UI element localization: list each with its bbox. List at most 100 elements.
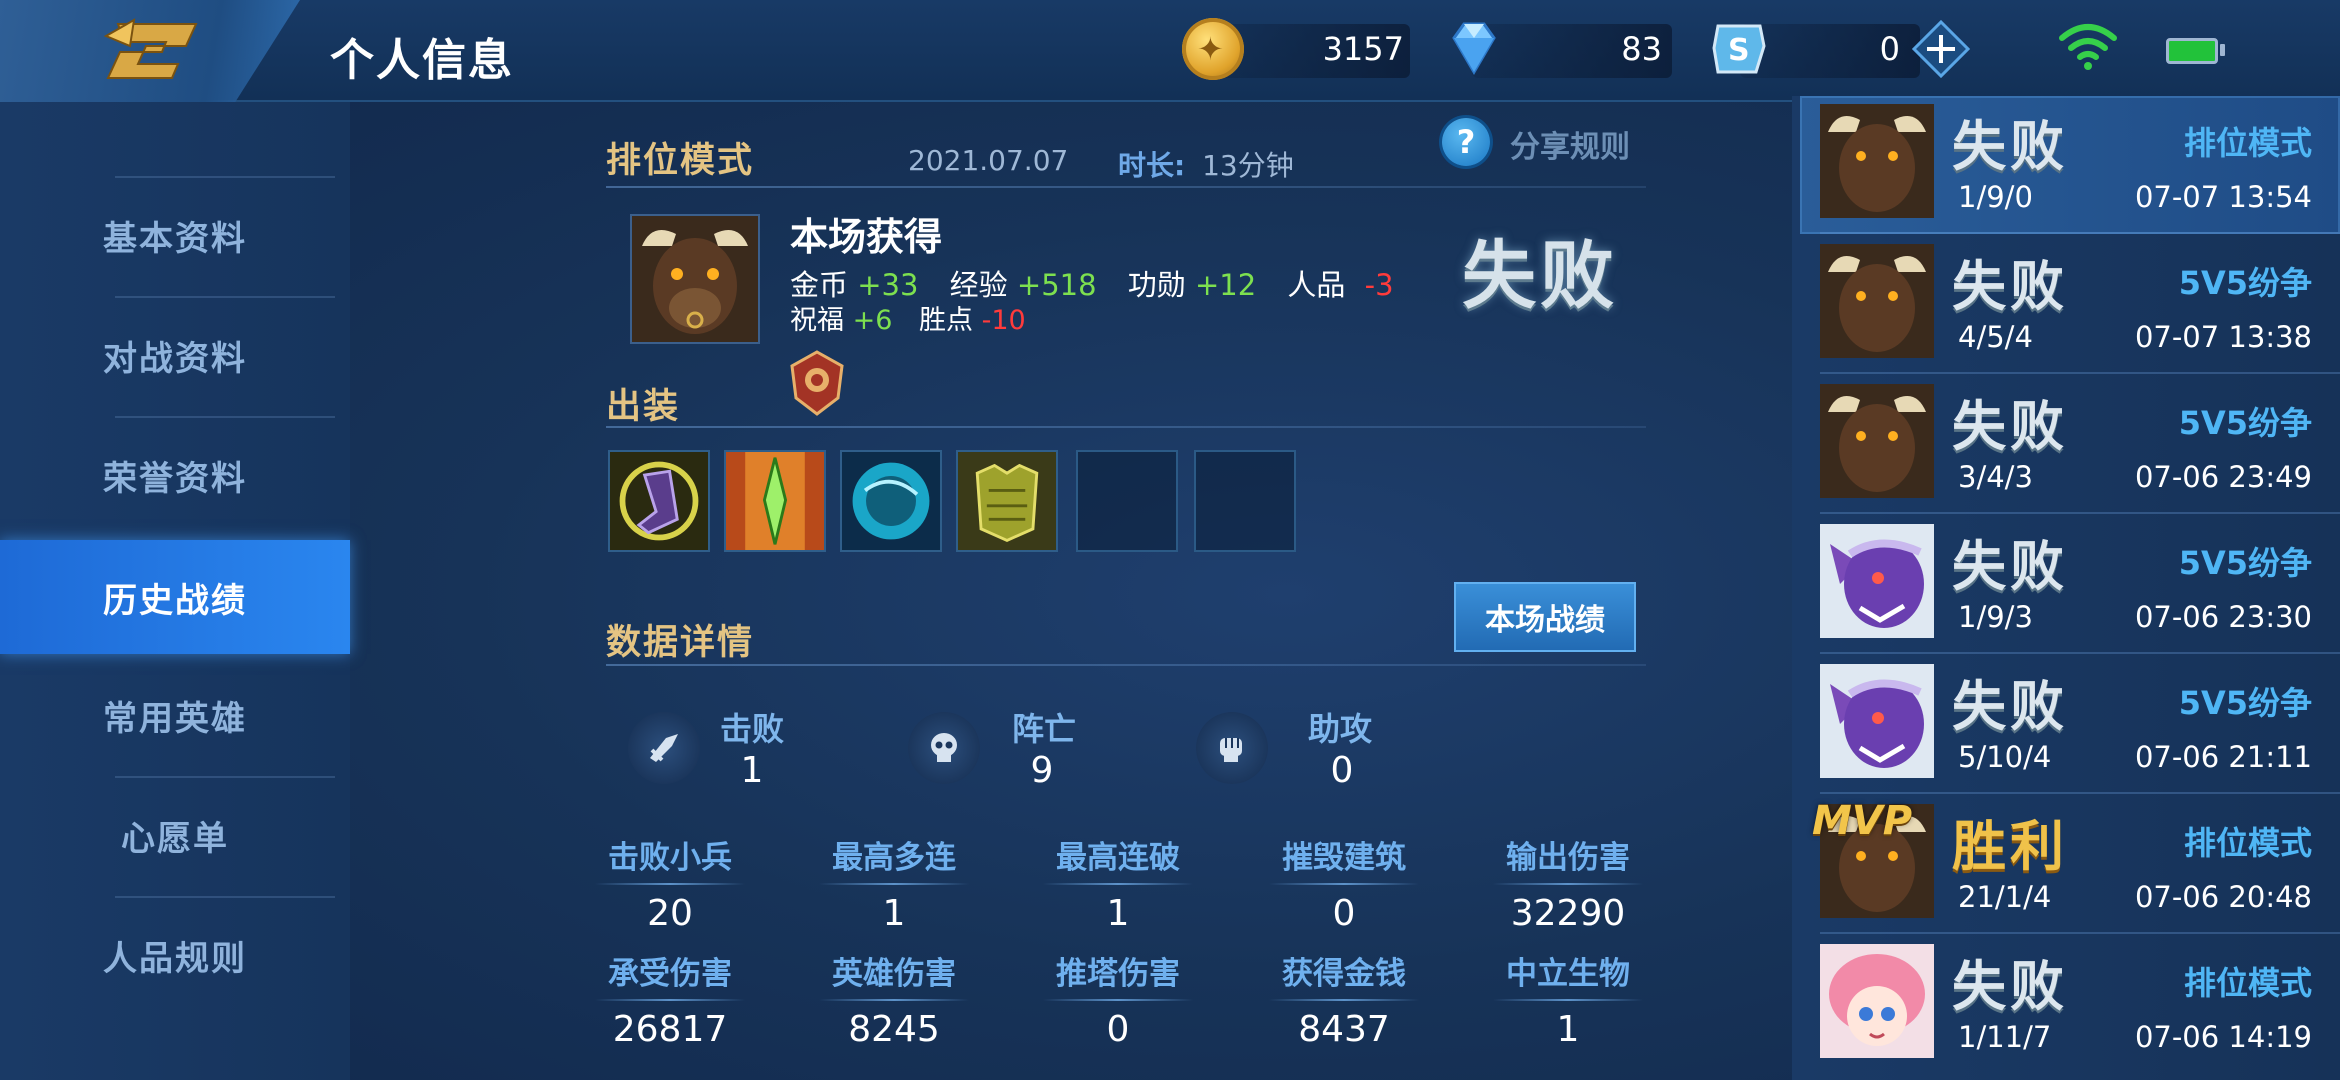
battery-tip <box>2220 44 2225 56</box>
stat-damage-taken: 承受伤害 26817 <box>560 948 780 1050</box>
hero-portrait <box>1820 524 1934 638</box>
nav-separator <box>115 416 335 418</box>
history-mode: 5V5纷争 <box>2178 544 2312 582</box>
history-separator <box>1820 792 2340 794</box>
item-slot-empty[interactable] <box>1194 450 1296 552</box>
help-icon[interactable]: ? <box>1442 118 1490 166</box>
history-result: 失败 <box>1952 955 2068 1018</box>
nav-label: 心愿单 <box>121 818 229 859</box>
wifi-icon <box>2059 24 2117 70</box>
history-result: 失败 <box>1952 535 2068 598</box>
stat-underline <box>1269 999 1419 1001</box>
stat-underline <box>1493 999 1643 1001</box>
duration-label: 时长: <box>1118 149 1186 182</box>
stat-value: 32290 <box>1510 893 1626 934</box>
nav-item-match-history[interactable]: 历史战绩 <box>0 540 350 654</box>
back-icon[interactable] <box>100 16 210 86</box>
history-mode: 排位模式 <box>2183 964 2312 1002</box>
history-kda: 1/9/0 <box>1958 180 2033 214</box>
history-mode: 5V5纷争 <box>2178 404 2312 442</box>
history-item[interactable]: 失败 5V5纷争 3/4/3 07-06 23:49 <box>1800 376 2340 514</box>
nav-label: 常用英雄 <box>103 698 247 739</box>
history-kda: 5/10/4 <box>1958 740 2052 774</box>
ticket-value: 0 <box>1879 30 1900 68</box>
blessing-label: 祝福 <box>790 305 844 336</box>
diamond-value: 83 <box>1621 30 1662 68</box>
points-label: 胜点 <box>919 305 973 336</box>
history-time: 07-07 13:54 <box>2134 180 2312 214</box>
hero-portrait <box>1820 384 1934 498</box>
history-separator <box>1820 512 2340 514</box>
renpin-change: -3 <box>1364 268 1394 302</box>
reward-title: 本场获得 <box>790 215 943 259</box>
stat-max-killstreak: 最高连破 1 <box>1008 832 1228 934</box>
history-result: 胜利 <box>1952 815 2068 878</box>
deaths-label: 阵亡 <box>1012 710 1077 748</box>
match-result: 失败 <box>1462 233 1618 319</box>
nav-item-basic-info[interactable]: 基本资料 <box>0 180 350 290</box>
stat-value: 20 <box>647 893 693 934</box>
battery-icon <box>2166 38 2218 64</box>
stat-value: 0 <box>1106 1009 1130 1050</box>
hero-portrait <box>1820 944 1934 1058</box>
stat-label: 承受伤害 <box>608 956 732 992</box>
history-item[interactable]: 失败 排位模式 1/11/7 07-06 14:19 <box>1800 936 2340 1074</box>
stat-label: 最高连破 <box>1056 840 1180 876</box>
assist-fist-icon <box>1196 712 1268 784</box>
plus-icon[interactable] <box>1912 20 1970 78</box>
history-item[interactable]: 失败 5V5纷争 5/10/4 07-06 21:11 <box>1800 656 2340 794</box>
history-item[interactable]: 失败 排位模式 1/9/0 07-07 13:54 <box>1800 96 2340 234</box>
stat-label: 最高多连 <box>832 840 956 876</box>
points-change: -10 <box>981 305 1026 336</box>
item-slot-empty[interactable] <box>1076 450 1178 552</box>
share-rules-link[interactable]: 分享规则 <box>1510 122 1630 166</box>
nav-item-battle-info[interactable]: 对战资料 <box>0 300 350 410</box>
kills-value: 1 <box>740 750 764 791</box>
history-separator <box>1820 652 2340 654</box>
match-duration: 时长: 13分钟 <box>1118 144 1294 184</box>
history-item[interactable]: 失败 5V5纷争 1/9/3 07-06 23:30 <box>1800 516 2340 654</box>
stat-value: 8245 <box>848 1009 940 1050</box>
item-slot-boots[interactable] <box>608 450 710 552</box>
history-item[interactable]: 失败 5V5纷争 4/5/4 07-07 13:38 <box>1800 236 2340 374</box>
history-result: 失败 <box>1952 395 2068 458</box>
stat-max-multikill: 最高多连 1 <box>784 832 1004 934</box>
equipment-title: 出装 <box>606 387 681 427</box>
match-record-button[interactable]: 本场战绩 <box>1454 582 1636 652</box>
stat-value: 0 <box>1332 893 1356 934</box>
item-slot-armor[interactable] <box>956 450 1058 552</box>
nav-item-common-heroes[interactable]: 常用英雄 <box>0 660 350 770</box>
hero-portrait <box>1820 664 1934 778</box>
nav-item-renpin-rules[interactable]: 人品规则 <box>0 900 350 1010</box>
stat-underline <box>1269 883 1419 885</box>
reward-row-2: 祝福 +6 胜点 -10 <box>790 298 1026 337</box>
match-date: 2021.07.07 <box>908 144 1069 177</box>
nav-item-wishlist[interactable]: 心愿单 <box>0 780 350 890</box>
rank-badge-icon <box>790 350 844 416</box>
stat-label: 输出伤害 <box>1506 840 1630 876</box>
stat-label: 英雄伤害 <box>832 956 956 992</box>
stat-value: 26817 <box>612 1009 728 1050</box>
svg-text:S: S <box>1728 33 1750 68</box>
stat-label: 摧毁建筑 <box>1282 840 1406 876</box>
nav-separator <box>115 896 335 898</box>
stat-neutral-creeps: 中立生物 1 <box>1458 948 1678 1050</box>
section-divider <box>606 426 1646 428</box>
match-mode-title: 排位模式 <box>606 141 755 181</box>
history-item[interactable]: MVP 胜利 排位模式 21/1/4 07-06 20:48 <box>1800 796 2340 934</box>
item-slot-orb[interactable] <box>840 450 942 552</box>
stat-label: 中立生物 <box>1506 956 1630 992</box>
stat-minions-killed: 击败小兵 20 <box>560 832 780 934</box>
nav-item-honor-info[interactable]: 荣誉资料 <box>0 420 350 530</box>
stat-label: 获得金钱 <box>1282 956 1406 992</box>
merit-label: 功勋 <box>1127 268 1186 302</box>
stat-value: 8437 <box>1298 1009 1390 1050</box>
stat-gold-earned: 获得金钱 8437 <box>1234 948 1454 1050</box>
section-divider <box>606 664 1646 666</box>
gold-label: 金币 <box>790 268 849 302</box>
history-mode: 5V5纷争 <box>2178 684 2312 722</box>
nav-label: 历史战绩 <box>103 580 247 621</box>
history-kda: 1/11/7 <box>1958 1020 2052 1054</box>
death-skull-icon <box>908 712 980 784</box>
item-slot-blade[interactable] <box>724 450 826 552</box>
